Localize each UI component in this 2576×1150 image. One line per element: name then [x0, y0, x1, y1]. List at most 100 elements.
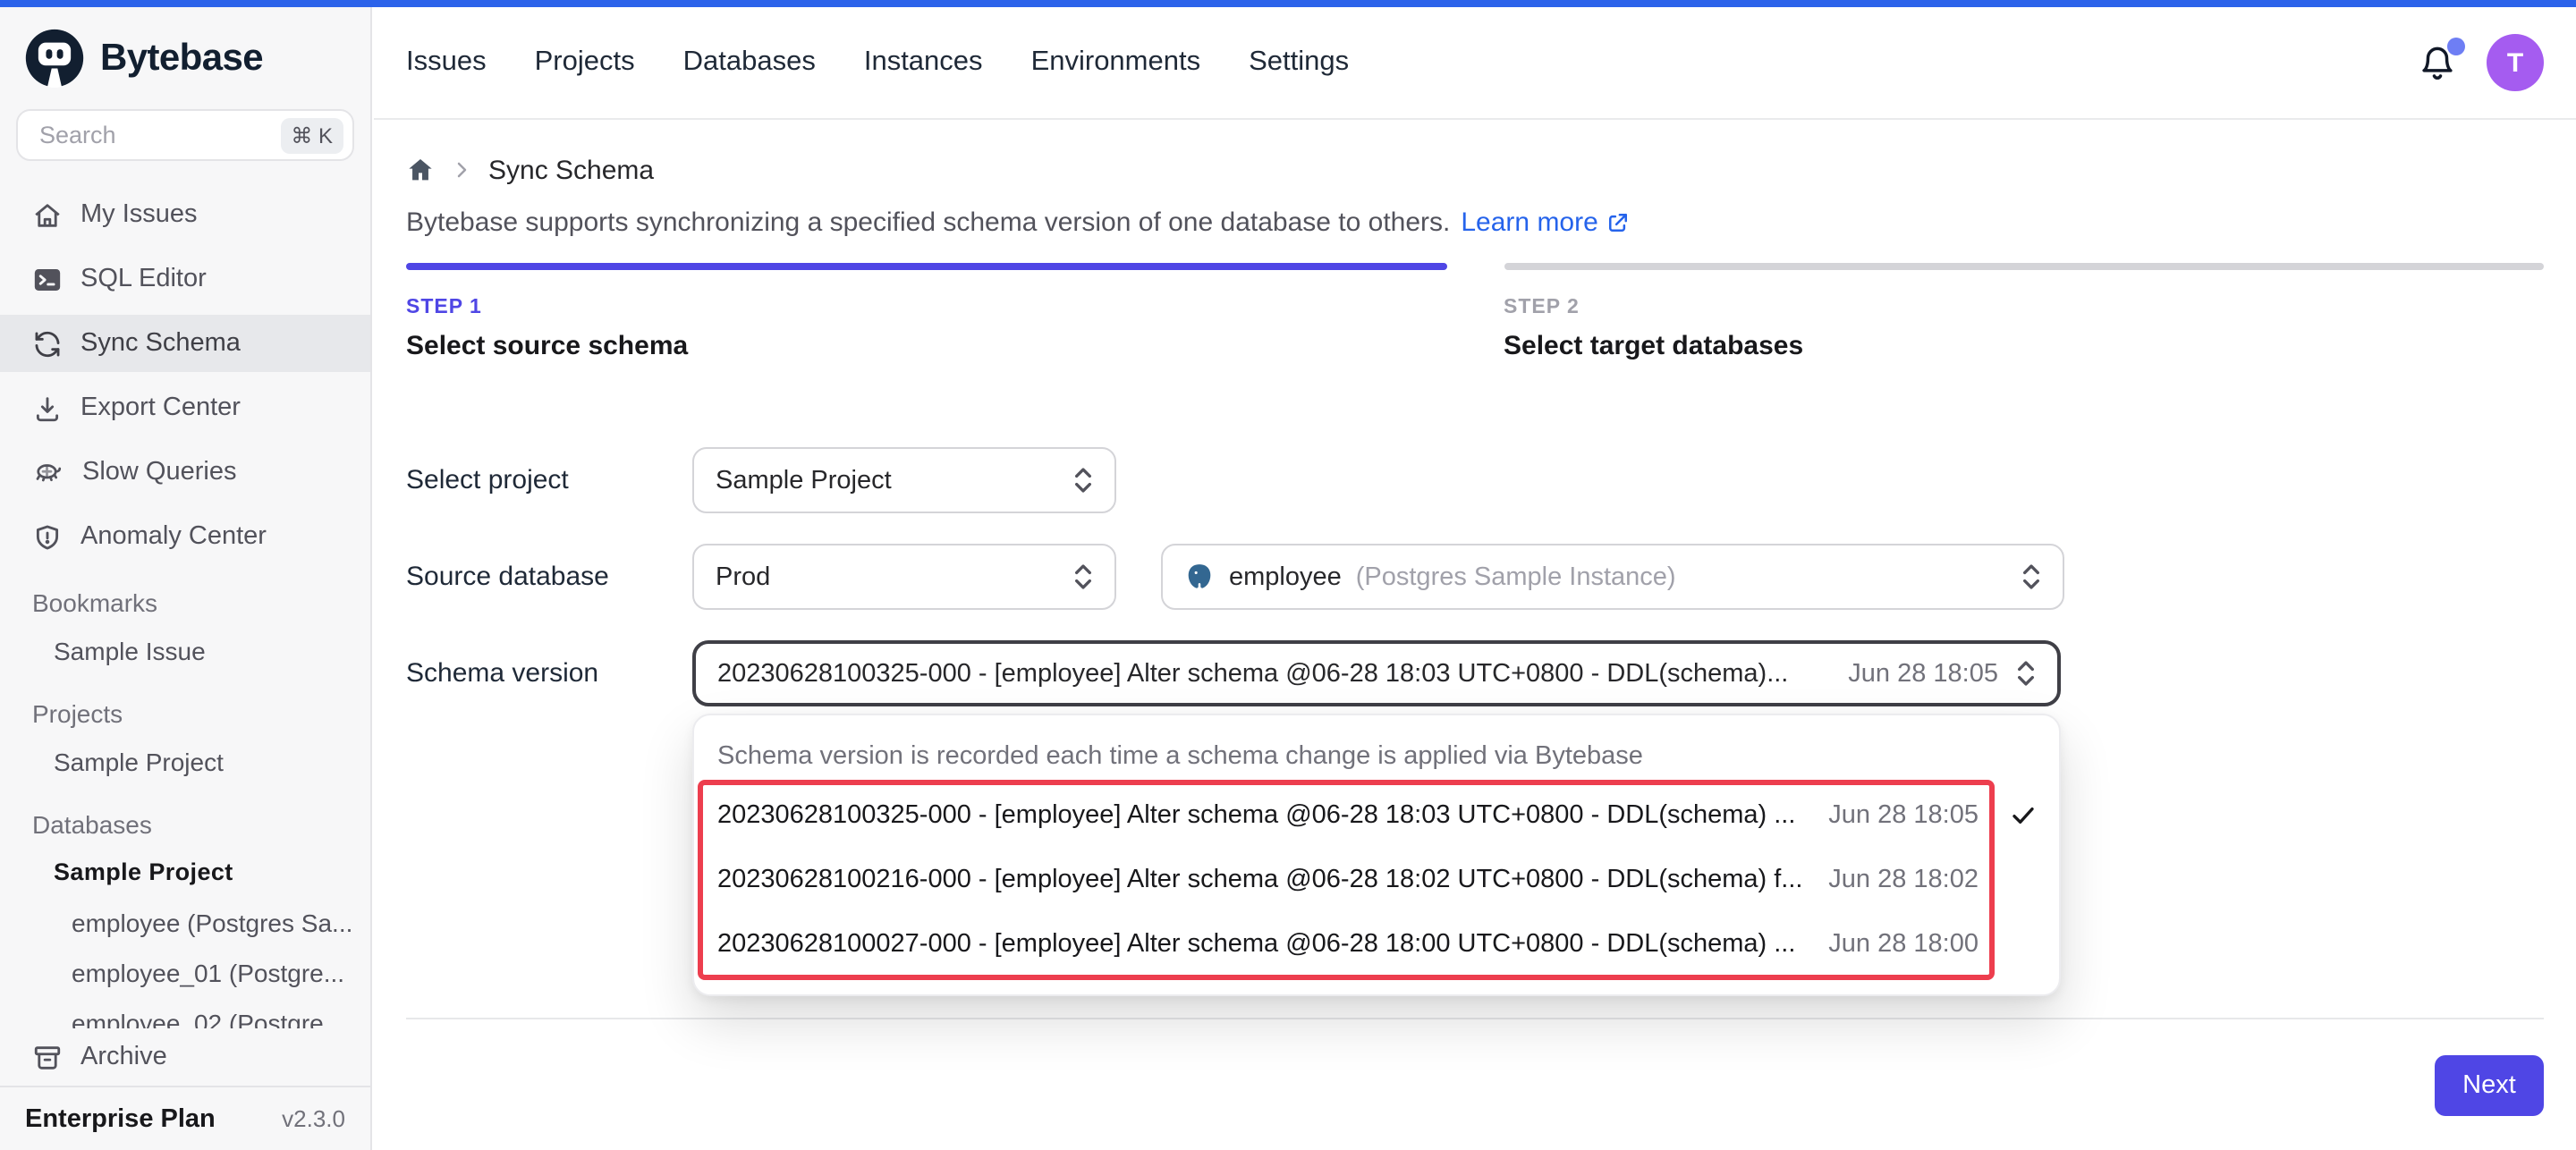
chevron-right-icon [451, 159, 472, 181]
schema-version-option-2[interactable]: 20230628100216-000 - [employee] Alter sc… [694, 848, 2059, 912]
source-database-row: Source database Prod employee (Postgres … [406, 544, 2544, 610]
sidebar-item-label: SQL Editor [80, 265, 207, 293]
project-select[interactable]: Sample Project [692, 447, 1116, 513]
home-icon [32, 199, 63, 230]
next-button[interactable]: Next [2435, 1055, 2544, 1116]
page-title: Sync Schema [488, 155, 654, 185]
nav-item-environments[interactable]: Environments [1031, 47, 1201, 79]
nav-item-instances[interactable]: Instances [864, 47, 983, 79]
selected-check-icon [2009, 801, 2038, 830]
sidebar-item-database-employee-01[interactable]: employee_01 (Postgre... [0, 948, 370, 998]
search-box[interactable]: ⌘ K [16, 109, 354, 161]
dropdown-options: 20230628100325-000 - [employee] Alter sc… [694, 783, 2059, 977]
schema-version-dropdown: Schema version is recorded each time a s… [692, 714, 2061, 996]
sidebar-item-export-center[interactable]: Export Center [0, 379, 370, 436]
sidebar-item-sync-schema[interactable]: Sync Schema [0, 315, 370, 372]
option-text: 20230628100216-000 - [employee] Alter sc… [717, 866, 1803, 894]
step-1[interactable]: STEP 1 Select source schema [406, 263, 1446, 365]
option-time: Jun 28 18:02 [1828, 866, 1979, 894]
notification-bell-button[interactable] [2419, 44, 2456, 81]
sidebar-item-slow-queries[interactable]: Slow Queries [0, 444, 370, 501]
page-description: Bytebase supports synchronizing a specif… [406, 204, 2544, 241]
nav-item-issues[interactable]: Issues [406, 47, 487, 79]
option-text: 20230628100027-000 - [employee] Alter sc… [717, 930, 1803, 959]
sidebar-item-label: My Issues [80, 200, 198, 229]
sidebar-item-database-employee[interactable]: employee (Postgres Sa... [0, 898, 370, 948]
nav-item-settings[interactable]: Settings [1249, 47, 1349, 79]
sidebar-item-sql-editor[interactable]: SQL Editor [0, 250, 370, 308]
nav-item-databases[interactable]: Databases [683, 47, 816, 79]
description-text: Bytebase supports synchronizing a specif… [406, 207, 1450, 238]
select-caret-icon [2021, 562, 2041, 592]
learn-more-link[interactable]: Learn more [1461, 207, 1631, 238]
step-1-label: STEP 1 [406, 297, 1446, 322]
plan-name: Enterprise Plan [25, 1104, 216, 1133]
sidebar-section-databases: Databases Sample Project employee (Postg… [0, 801, 370, 1028]
step-2-title: Select target databases [1504, 331, 2544, 365]
avatar[interactable]: T [2487, 34, 2544, 91]
select-project-row: Select project Sample Project [406, 447, 2544, 513]
schema-version-row: Schema version 20230628100325-000 - [emp… [406, 640, 2544, 706]
archive-icon [32, 1042, 63, 1072]
project-select-value: Sample Project [716, 466, 892, 495]
database-select-value: employee [1229, 562, 1342, 591]
header-right: T [2419, 34, 2544, 91]
sidebar-item-label: Export Center [80, 393, 241, 422]
sidebar-section-projects: Projects Sample Project [0, 690, 370, 787]
schema-version-value: 20230628100325-000 - [employee] Alter sc… [717, 659, 1830, 688]
sidebar-item-label: Anomaly Center [80, 522, 267, 551]
footer-divider [406, 1018, 2544, 1019]
sidebar-bottom: Archive Enterprise Plan v2.3.0 [0, 1028, 370, 1150]
external-link-icon [1606, 209, 1632, 236]
sync-icon [32, 328, 63, 359]
select-project-label: Select project [406, 465, 692, 495]
select-caret-icon [1073, 465, 1093, 495]
sidebar-item-my-issues[interactable]: My Issues [0, 186, 370, 243]
breadcrumb: Sync Schema [406, 150, 2544, 190]
step-1-title: Select source schema [406, 331, 1446, 365]
schema-version-select[interactable]: 20230628100325-000 - [employee] Alter sc… [692, 640, 2061, 706]
database-select[interactable]: employee (Postgres Sample Instance) [1161, 544, 2064, 610]
notification-dot [2447, 37, 2465, 55]
search-input[interactable] [36, 120, 280, 150]
database-instance-label: (Postgres Sample Instance) [1356, 562, 1676, 591]
sidebar-item-sample-issue[interactable]: Sample Issue [0, 626, 370, 676]
source-database-label: Source database [406, 562, 692, 592]
schema-version-option-3[interactable]: 20230628100027-000 - [employee] Alter sc… [694, 912, 2059, 977]
sidebar-section-bookmarks: Bookmarks Sample Issue [0, 579, 370, 676]
page-content: Sync Schema Bytebase supports synchroniz… [374, 120, 2576, 1150]
sidebar-scroll-area: My Issues SQL Editor Sync Schema Export … [0, 186, 370, 1028]
select-caret-icon [2016, 658, 2036, 689]
source-schema-form: Select project Sample Project Source dat… [406, 447, 2544, 706]
sidebar: Bytebase ⌘ K My Issues SQL Editor Sync S… [0, 7, 372, 1150]
schema-version-option-1[interactable]: 20230628100325-000 - [employee] Alter sc… [694, 783, 2059, 848]
schema-version-time: Jun 28 18:05 [1848, 659, 1998, 688]
step-1-progress-bar [406, 263, 1446, 270]
stepper: STEP 1 Select source schema STEP 2 Selec… [406, 263, 2544, 365]
learn-more-label: Learn more [1461, 207, 1597, 238]
sidebar-item-label: Archive [80, 1043, 167, 1071]
top-header: Issues Projects Databases Instances Envi… [374, 7, 2576, 120]
section-title-databases: Databases [0, 801, 370, 848]
option-text: 20230628100325-000 - [employee] Alter sc… [717, 801, 1803, 830]
environment-select[interactable]: Prod [692, 544, 1116, 610]
sidebar-item-label: Slow Queries [82, 458, 236, 486]
logo[interactable]: Bytebase [0, 7, 370, 98]
sidebar-item-archive[interactable]: Archive [0, 1028, 370, 1086]
top-nav: Issues Projects Databases Instances Envi… [406, 47, 1349, 79]
search-shortcut-badge: ⌘ K [280, 117, 343, 153]
step-2-progress-bar [1504, 263, 2544, 270]
sidebar-item-database-employee-02[interactable]: employee_02 (Postgre... [0, 998, 370, 1028]
terminal-icon [32, 264, 63, 294]
section-title-bookmarks: Bookmarks [0, 579, 370, 626]
main-area: Issues Projects Databases Instances Envi… [374, 7, 2576, 1150]
home-breadcrumb-icon[interactable] [406, 156, 435, 184]
option-time: Jun 28 18:05 [1828, 801, 1979, 830]
sidebar-item-databases-project[interactable]: Sample Project [0, 848, 370, 898]
nav-item-projects[interactable]: Projects [535, 47, 635, 79]
step-2[interactable]: STEP 2 Select target databases [1504, 263, 2544, 365]
sidebar-item-anomaly-center[interactable]: Anomaly Center [0, 508, 370, 565]
sidebar-item-sample-project[interactable]: Sample Project [0, 737, 370, 787]
plan-bar[interactable]: Enterprise Plan v2.3.0 [0, 1086, 370, 1150]
app-window: Bytebase ⌘ K My Issues SQL Editor Sync S… [0, 0, 2576, 1150]
